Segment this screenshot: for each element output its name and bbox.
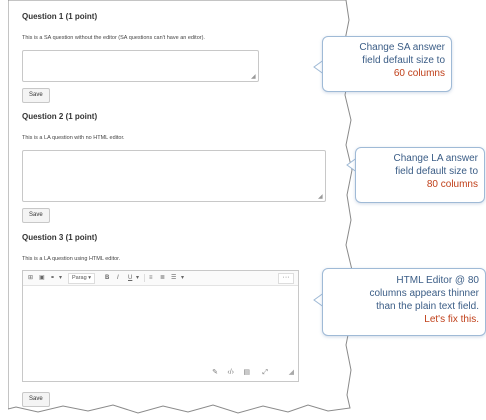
callout-3-line-1: HTML Editor @ 80 — [396, 275, 479, 286]
quiz-page-sheet: Question 1 (1 point) This is a SA questi… — [8, 0, 353, 414]
question-1-save-button[interactable]: Save — [22, 88, 50, 103]
question-1-answer-field[interactable]: ◢ — [22, 50, 259, 82]
code-view-icon[interactable]: ‹/› — [227, 369, 234, 376]
spellcheck-icon[interactable]: ✎ — [212, 369, 218, 376]
callout-2-line-2: field default size to — [395, 166, 478, 177]
underline-dropdown-chevron-down-icon[interactable]: ▾ — [136, 274, 139, 282]
question-3-save-button[interactable]: Save — [22, 392, 50, 407]
fullscreen-icon[interactable]: ⤢ — [262, 369, 268, 376]
editor-content-area[interactable] — [23, 286, 298, 381]
question-3-text: This is a LA question using HTML editor. — [22, 256, 121, 262]
list-icon[interactable]: ☰ — [171, 274, 176, 282]
align-center-icon[interactable]: ≣ — [160, 274, 165, 282]
callout-3-line-3: than the plain text field. — [376, 301, 479, 312]
callout-3-line-2: columns appears thinner — [369, 288, 479, 299]
align-left-icon[interactable]: ≡ — [149, 274, 153, 282]
resize-grip-icon[interactable]: ◢ — [251, 74, 257, 80]
question-2-save-button[interactable]: Save — [22, 208, 50, 223]
callout-1-line-2: field default size to — [362, 55, 445, 66]
preview-icon[interactable]: ▤ — [243, 369, 250, 376]
insert-image-icon[interactable]: ▣ — [39, 274, 45, 282]
italic-icon[interactable]: I — [117, 274, 119, 282]
callout-1-line-1: Change SA answer — [359, 42, 445, 53]
question-3-html-editor[interactable]: ⊞ ▣ ⚭ ▾ Parag ▾ B I U ▾ ≡ ≣ ☰ ▾ ··· ✎ ‹/… — [22, 270, 299, 382]
underline-icon[interactable]: U — [128, 274, 132, 282]
question-1-title: Question 1 (1 point) — [22, 12, 98, 21]
question-2-title: Question 2 (1 point) — [22, 112, 98, 121]
callout-2-highlight: 80 columns — [426, 179, 478, 190]
more-options-icon[interactable]: ··· — [278, 273, 294, 284]
editor-toolbar: ⊞ ▣ ⚭ ▾ Parag ▾ B I U ▾ ≡ ≣ ☰ ▾ ··· — [23, 271, 298, 286]
callout-3-highlight: Let's fix this. — [424, 314, 479, 325]
bold-icon[interactable]: B — [105, 274, 109, 282]
list-dropdown-chevron-down-icon[interactable]: ▾ — [181, 274, 184, 282]
callout-2-line-1: Change LA answer — [393, 153, 478, 164]
link-icon[interactable]: ⚭ — [50, 274, 55, 282]
link-dropdown-chevron-down-icon[interactable]: ▾ — [59, 274, 62, 282]
resize-grip-icon[interactable]: ◢ — [318, 194, 324, 200]
resize-grip-icon[interactable]: ◢ — [289, 369, 294, 376]
callout-1-highlight: 60 columns — [393, 68, 445, 79]
callout-sa-answer: Change SA answer field default size to 6… — [322, 36, 452, 92]
question-2-answer-field[interactable]: ◢ — [22, 150, 326, 202]
insert-stuff-icon[interactable]: ⊞ — [28, 274, 33, 282]
question-3-title: Question 3 (1 point) — [22, 233, 98, 242]
callout-html-editor: HTML Editor @ 80 columns appears thinner… — [322, 268, 486, 336]
question-2-text: This is a LA question with no HTML edito… — [22, 135, 125, 141]
toolbar-divider — [144, 274, 145, 282]
callout-la-answer: Change LA answer field default size to 8… — [355, 147, 485, 203]
question-1-text: This is a SA question without the editor… — [22, 35, 205, 41]
format-select[interactable]: Parag ▾ — [68, 273, 95, 284]
